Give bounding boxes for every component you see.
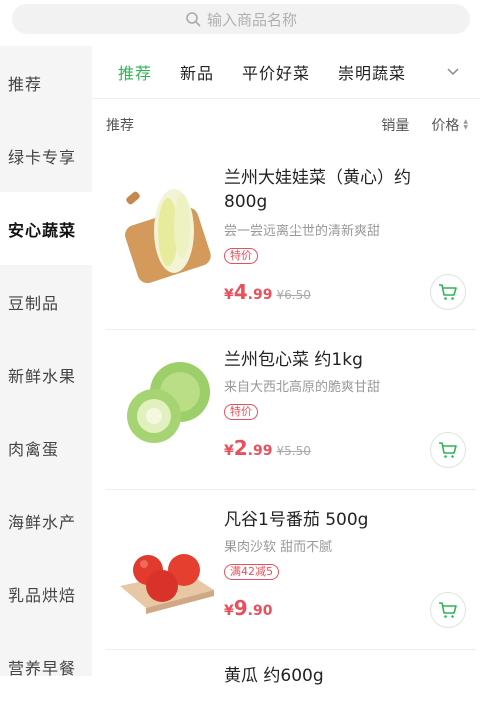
sidebar-item-breakfast[interactable]: 营养早餐 [0,630,92,703]
add-to-cart-button[interactable] [430,592,466,628]
subcategory-tabs: 推荐 新品 平价好菜 崇明蔬菜 [92,46,480,98]
sort-price-label: 价格 [431,117,460,134]
product-price: ¥4.99 ¥6.50 [224,280,311,304]
sort-price[interactable]: 价格 ▲ ▼ [431,115,468,135]
promo-tag: 特价 [224,404,258,420]
sidebar-item-meat-egg[interactable]: 肉禽蛋 [0,411,92,484]
product-name[interactable]: 黄瓜 约600g [224,664,444,688]
original-price: ¥6.50 [276,288,311,302]
sort-sales[interactable]: 销量 [381,115,409,135]
sidebar-item-greencard[interactable]: 绿卡专享 [0,119,92,192]
product-name[interactable]: 兰州包心菜 约1kg [224,348,444,372]
tab-new[interactable]: 新品 [180,60,214,84]
expand-tabs-button[interactable] [426,46,480,98]
product-card[interactable]: 凡谷1号番茄 500g 果肉沙软 甜而不腻 满42减5 ¥9.90 [106,490,476,650]
tab-chongming[interactable]: 崇明蔬菜 [338,60,406,84]
search-input[interactable]: 输入商品名称 [12,4,470,34]
product-name[interactable]: 兰州大娃娃菜（黄心）约800g [224,166,444,214]
product-description: 尝一尝远离尘世的清新爽甜 [224,224,381,239]
original-price: ¥5.50 [276,444,311,458]
add-to-cart-button[interactable] [430,274,466,310]
cart-icon [439,284,457,300]
category-sidebar: 推荐 绿卡专享 安心蔬菜 豆制品 新鲜水果 肉禽蛋 海鲜水产 乳品烘焙 营养早餐 [0,46,92,678]
chevron-down-icon [447,68,459,76]
product-image-napa-cabbage [116,176,216,286]
product-card[interactable]: 黄瓜 约600g [106,650,476,690]
product-description: 果肉沙软 甜而不腻 [224,540,333,555]
product-card[interactable]: 兰州大娃娃菜（黄心）约800g 尝一尝远离尘世的清新爽甜 特价 ¥4.99 ¥6.… [106,154,476,330]
sort-arrows-icon: ▲ ▼ [463,117,468,131]
product-price: ¥2.99 ¥5.50 [224,436,311,460]
tab-recommend[interactable]: 推荐 [118,60,152,84]
product-card[interactable]: 兰州包心菜 约1kg 来自大西北高原的脆爽甘甜 特价 ¥2.99 ¥5.50 [106,330,476,490]
promo-tag: 满42减5 [224,564,279,580]
sidebar-item-dairy[interactable]: 乳品烘焙 [0,557,92,630]
product-image-cabbage [116,352,216,462]
sidebar-item-fruit[interactable]: 新鲜水果 [0,338,92,411]
product-image-tomatoes [116,516,216,626]
search-placeholder: 输入商品名称 [206,10,297,29]
add-to-cart-button[interactable] [430,432,466,468]
product-description: 来自大西北高原的脆爽甘甜 [224,380,381,395]
search-icon [186,12,201,27]
sidebar-item-tofu[interactable]: 豆制品 [0,265,92,338]
tab-budget[interactable]: 平价好菜 [242,60,310,84]
sort-recommend[interactable]: 推荐 [106,115,381,135]
product-price: ¥9.90 [224,596,273,620]
promo-tag: 特价 [224,248,258,264]
cart-icon [439,602,457,618]
sort-bar: 推荐 销量 价格 ▲ ▼ [92,98,480,150]
sidebar-item-vegetables[interactable]: 安心蔬菜 [0,192,92,265]
product-panel: 推荐 新品 平价好菜 崇明蔬菜 推荐 销量 价格 ▲ ▼ 兰州大娃娃菜（黄心）约… [92,46,480,686]
sidebar-item-recommend[interactable]: 推荐 [0,46,92,119]
sidebar-item-seafood[interactable]: 海鲜水产 [0,484,92,557]
product-name[interactable]: 凡谷1号番茄 500g [224,508,444,532]
search-bar: 输入商品名称 [0,0,500,44]
cart-icon [439,442,457,458]
